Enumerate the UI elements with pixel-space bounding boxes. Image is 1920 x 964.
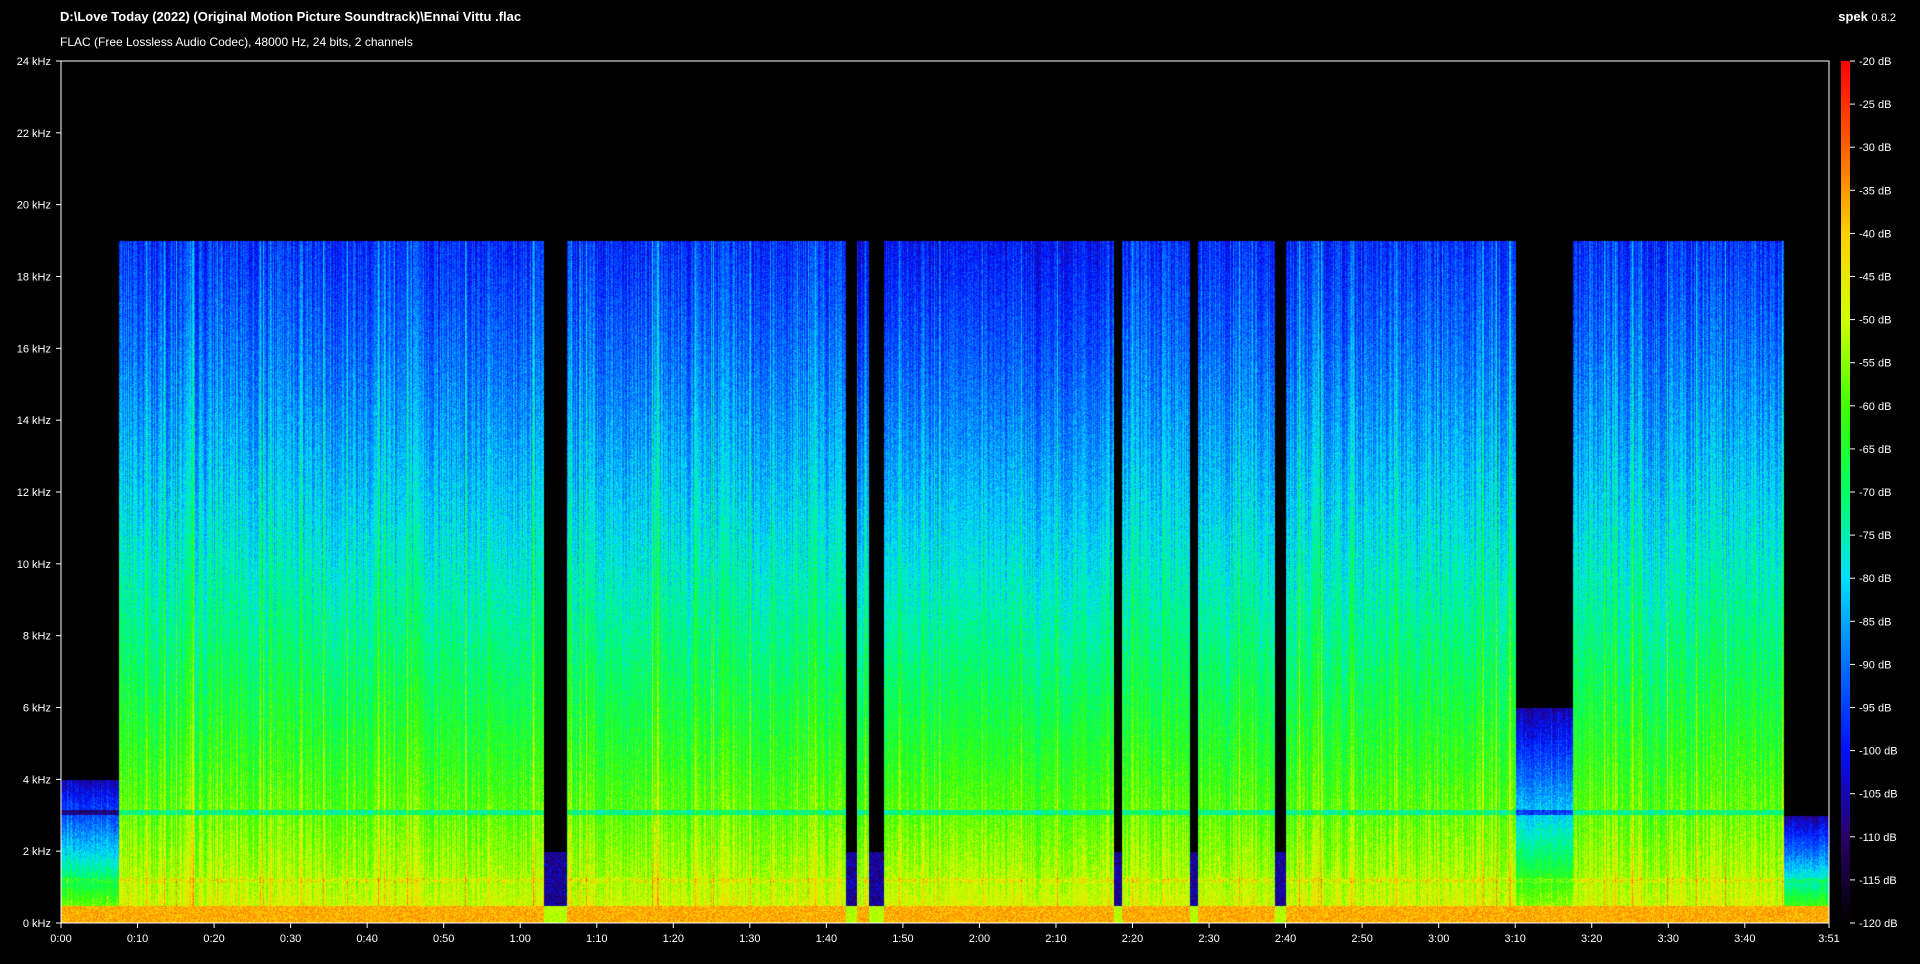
x-tick-label: 1:20	[663, 933, 684, 945]
db-tick-label: -90 dB	[1859, 659, 1891, 671]
y-tick-label: 12 kHz	[17, 487, 51, 499]
x-tick-label: 0:30	[280, 933, 301, 945]
db-tick-label: -95 dB	[1859, 703, 1891, 715]
spectrogram-chart: 0 kHz 2 kHz 4 kHz 6 kHz 8 kHz 10 kHz 12 kHz 14 …	[17, 56, 1898, 945]
db-tick-label: -75 dB	[1859, 530, 1891, 542]
db-tick-label: -80 dB	[1859, 573, 1891, 585]
x-tick-label: 2:50	[1351, 933, 1372, 945]
db-tick-label: -25 dB	[1859, 99, 1891, 111]
db-tick-label: -120 dB	[1859, 918, 1898, 930]
db-tick-label: -70 dB	[1859, 487, 1891, 499]
x-tick-label: 2:30	[1198, 933, 1219, 945]
x-tick-label: 0:50	[433, 933, 454, 945]
db-tick-label: -110 dB	[1859, 832, 1897, 844]
x-tick-label: 1:50	[892, 933, 913, 945]
db-tick-label: -40 dB	[1859, 228, 1891, 240]
y-tick-label: 20 kHz	[17, 200, 51, 212]
db-color-scale: -20 dB -25 dB -30 dB -35 dB -40 dB -45 dB -50 …	[1841, 56, 1898, 930]
db-tick-label: -100 dB	[1859, 746, 1898, 758]
x-tick-label: 3:30	[1658, 933, 1679, 945]
x-tick-label: 3:51	[1818, 933, 1839, 945]
y-tick-label: 16 kHz	[17, 343, 51, 355]
db-tick-label: -60 dB	[1859, 401, 1891, 413]
db-tick-label: -50 dB	[1859, 315, 1891, 327]
db-color-bar	[1841, 61, 1850, 923]
db-tick-label: -35 dB	[1859, 185, 1891, 197]
db-tick-label: -45 dB	[1859, 272, 1891, 284]
y-tick-label: 18 kHz	[17, 272, 51, 284]
db-tick-label: -105 dB	[1859, 789, 1898, 801]
y-tick-label: 24 kHz	[17, 56, 51, 68]
y-tick-label: 4 kHz	[23, 774, 51, 786]
x-tick-label: 3:00	[1428, 933, 1449, 945]
x-tick-label: 0:40	[356, 933, 377, 945]
x-tick-label: 2:40	[1275, 933, 1296, 945]
db-tick-label: -55 dB	[1859, 358, 1891, 370]
x-tick-label: 1:00	[510, 933, 531, 945]
y-tick-label: 6 kHz	[23, 703, 51, 715]
x-tick-label: 0:00	[50, 933, 71, 945]
db-tick-label: -20 dB	[1859, 56, 1891, 68]
db-tick-label: -85 dB	[1859, 616, 1891, 628]
x-tick-label: 2:20	[1122, 933, 1143, 945]
spectrogram-plot	[61, 61, 1829, 923]
x-tick-label: 3:10	[1504, 933, 1525, 945]
x-tick-label: 2:00	[969, 933, 990, 945]
x-tick-label: 3:40	[1734, 933, 1755, 945]
y-tick-label: 8 kHz	[23, 631, 51, 643]
x-tick-label: 1:30	[739, 933, 760, 945]
x-tick-label: 2:10	[1045, 933, 1066, 945]
x-tick-label: 3:20	[1581, 933, 1602, 945]
db-tick-label: -115 dB	[1859, 875, 1897, 887]
y-tick-label: 22 kHz	[17, 128, 51, 140]
y-tick-label: 2 kHz	[23, 846, 51, 858]
spectrogram-image	[61, 61, 1829, 923]
db-tick-label: -65 dB	[1859, 444, 1891, 456]
x-tick-label: 1:40	[816, 933, 837, 945]
db-tick-label: -30 dB	[1859, 142, 1891, 154]
x-tick-label: 0:20	[203, 933, 224, 945]
y-tick-label: 0 kHz	[23, 918, 51, 930]
y-tick-label: 10 kHz	[17, 559, 51, 571]
y-tick-label: 14 kHz	[17, 415, 51, 427]
x-tick-label: 1:10	[586, 933, 607, 945]
x-tick-label: 0:10	[127, 933, 148, 945]
